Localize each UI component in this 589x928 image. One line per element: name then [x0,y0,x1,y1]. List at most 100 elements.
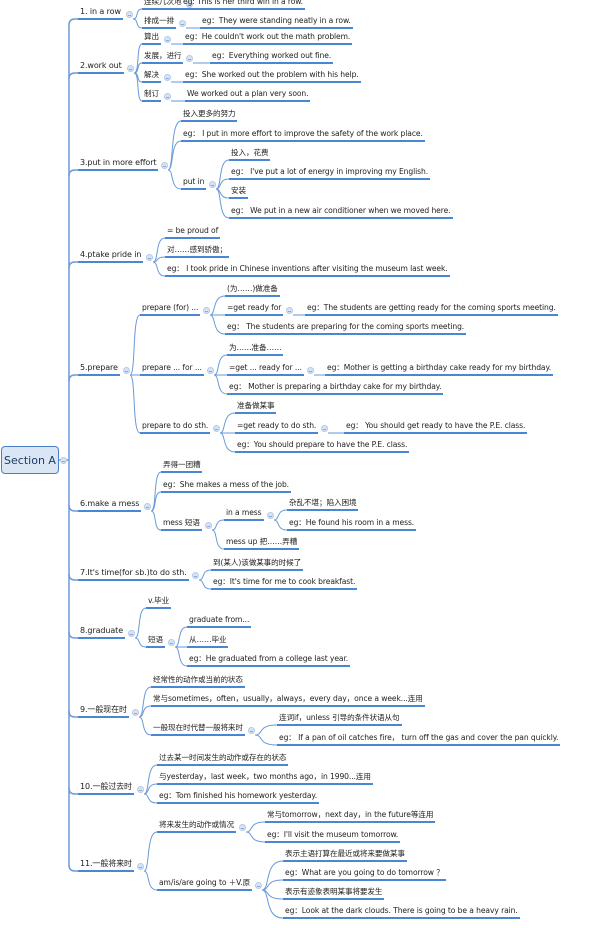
collapse-toggle[interactable] [239,824,246,831]
subtopic-node[interactable]: 常与sometimes，often，usually，always，every d… [151,693,425,707]
subtopic-node[interactable]: 弄得一团糟 [161,459,203,473]
subtopic-node[interactable]: 表示主语打算在最近或将来要做某事 [283,848,407,862]
subtopic-node[interactable]: 与yesterday，last week，two months ago，in 1… [157,771,373,785]
subtopic-node[interactable]: v.毕业 [146,595,172,609]
subtopic-node[interactable]: eg：Everything worked out fine. [210,50,334,64]
subtopic-node[interactable]: prepare to do sth. [140,420,211,434]
subtopic-node[interactable]: eg：She makes a mess of the job. [161,479,291,493]
collapse-toggle[interactable] [137,863,144,870]
subtopic-node[interactable]: in a mess [224,507,264,521]
collapse-toggle[interactable] [307,367,314,374]
subtopic-node[interactable]: graduate from... [187,614,252,628]
subtopic-node[interactable]: 连续几次地 [142,0,184,10]
subtopic-node[interactable]: eg： I took pride in Chinese inventions a… [165,263,450,277]
subtopic-node[interactable]: eg： We put in a new air conditioner when… [229,205,453,219]
collapse-toggle[interactable] [186,55,193,62]
subtopic-node[interactable]: eg：Tom finished his homework yesterday. [157,790,320,804]
topic-node-6[interactable]: 6.make a mess [78,498,142,512]
subtopic-node[interactable]: 排成一排 [142,15,176,29]
subtopic-node[interactable]: We worked out a plan very soon. [185,88,311,102]
collapse-toggle[interactable] [192,572,199,579]
subtopic-node[interactable]: eg：You should prepare to have the P.E. c… [235,439,410,453]
subtopic-node[interactable]: 对……感到骄傲； [165,244,229,258]
subtopic-node[interactable]: 从……毕业 [187,634,229,648]
subtopic-node[interactable]: =get ... ready for ... [227,362,304,376]
collapse-toggle[interactable] [209,181,216,188]
subtopic-node[interactable]: eg：It's time for me to cook breakfast. [211,576,358,590]
collapse-toggle[interactable] [164,93,171,100]
subtopic-node[interactable]: eg： If a pan of oil catches fire， turn o… [277,732,561,746]
subtopic-node[interactable]: eg：I'll visit the museum tomorrow. [265,829,401,843]
topic-node-4[interactable]: 4.ptake pride in [78,249,144,263]
topic-node-2[interactable]: 2.work out [78,60,124,74]
subtopic-node[interactable]: eg：What are you going to do tomorrow ？ [283,867,446,881]
subtopic-node[interactable]: 准备做某事 [235,400,277,414]
collapse-toggle[interactable] [248,727,255,734]
subtopic-node[interactable]: eg：He found his room in a mess. [287,517,417,531]
subtopic-node[interactable]: eg：They were standing neatly in a row. [200,15,353,29]
subtopic-node[interactable]: eg：Mother is getting a birthday cake rea… [325,362,554,376]
subtopic-node[interactable]: eg： You should get ready to have the P.E… [344,420,528,434]
collapse-toggle[interactable] [286,307,293,314]
subtopic-node[interactable]: prepare (for) ... [140,302,201,316]
topic-node-7[interactable]: 7.It's time(for sb.)to do sth. [78,567,189,581]
subtopic-node[interactable]: eg：He graduated from a college last year… [187,653,351,667]
collapse-toggle[interactable] [203,307,210,314]
subtopic-node[interactable]: =get ready to do sth. [235,420,319,434]
subtopic-node[interactable]: 杂乱不堪；陷入困境 [287,497,359,511]
subtopic-node[interactable]: 制订 [142,88,161,102]
collapse-toggle[interactable] [205,522,212,529]
subtopic-node[interactable]: 常与tomorrow，next day，in the future等连用 [265,809,436,823]
topic-node-8[interactable]: 8.graduate [78,625,126,639]
collapse-toggle[interactable] [126,11,133,18]
collapse-toggle[interactable] [144,503,151,510]
subtopic-node[interactable]: 表示有迹象表明某事将要发生 [283,886,385,900]
subtopic-node[interactable]: eg： Mother is preparing a birthday cake … [227,381,444,395]
collapse-toggle[interactable] [168,639,175,646]
collapse-toggle[interactable] [132,709,139,716]
collapse-toggle[interactable] [321,425,328,432]
subtopic-node[interactable]: eg： I've put a lot of energy in improvin… [229,166,431,180]
subtopic-node[interactable]: 投入，花费 [229,147,271,161]
subtopic-node[interactable]: =get ready for [225,302,284,316]
subtopic-node[interactable]: 将来发生的动作或情况 [157,819,236,833]
subtopic-node[interactable]: 投入更多的努力 [181,108,238,122]
subtopic-node[interactable]: prepare ... for ... [140,362,204,376]
subtopic-node[interactable]: mess 短语 [161,517,202,531]
collapse-toggle[interactable] [179,20,186,27]
subtopic-node[interactable]: 经常性的动作或当前的状态 [151,674,245,688]
subtopic-node[interactable]: eg: This is her third win in a row. [181,0,305,10]
collapse-toggle[interactable] [164,74,171,81]
subtopic-node[interactable]: = be proud of [165,225,221,239]
topic-node-5[interactable]: 5.prepare [78,362,120,376]
subtopic-node[interactable]: eg：Look at the dark clouds. There is goi… [283,905,520,919]
subtopic-node[interactable]: 短语 [146,634,165,648]
subtopic-node[interactable]: 过去某一时间发生的动作或存在的状态 [157,752,289,766]
subtopic-node[interactable]: 算出 [142,31,161,45]
subtopic-node[interactable]: 连词if，unless 引导的条件状语从句 [277,712,402,726]
collapse-toggle[interactable] [146,254,153,261]
subtopic-node[interactable]: (为……)做准备 [225,283,280,297]
topic-node-3[interactable]: 3.put in more effort [78,157,159,171]
topic-node-9[interactable]: 9.一般现在时 [78,704,129,718]
collapse-toggle[interactable] [128,630,135,637]
subtopic-node[interactable]: eg：The students are getting ready for th… [305,302,558,316]
collapse-toggle[interactable] [213,425,220,432]
subtopic-node[interactable]: am/is/are going to ＋V.原 [157,877,253,891]
collapse-toggle[interactable] [123,367,130,374]
subtopic-node[interactable]: 为……准备…… [227,342,284,356]
root-collapse-toggle[interactable] [60,457,67,464]
subtopic-node[interactable]: eg： I put in more effort to improve the … [181,128,425,142]
topic-node-10[interactable]: 10.一般过去时 [78,781,134,795]
topic-node-11[interactable]: 11.一般将来时 [78,858,134,872]
root-node[interactable]: Section A [1,446,59,474]
subtopic-node[interactable]: 一般现在时代替一般将来时 [151,722,245,736]
subtopic-node[interactable]: 到(某人)该做某事的时候了 [211,557,304,571]
topic-node-1[interactable]: 1. in a row [78,6,123,20]
collapse-toggle[interactable] [267,512,274,519]
subtopic-node[interactable]: eg： The students are preparing for the c… [225,321,467,335]
subtopic-node[interactable]: 发展，进行 [142,50,184,64]
collapse-toggle[interactable] [161,162,168,169]
collapse-toggle[interactable] [164,36,171,43]
collapse-toggle[interactable] [207,367,214,374]
